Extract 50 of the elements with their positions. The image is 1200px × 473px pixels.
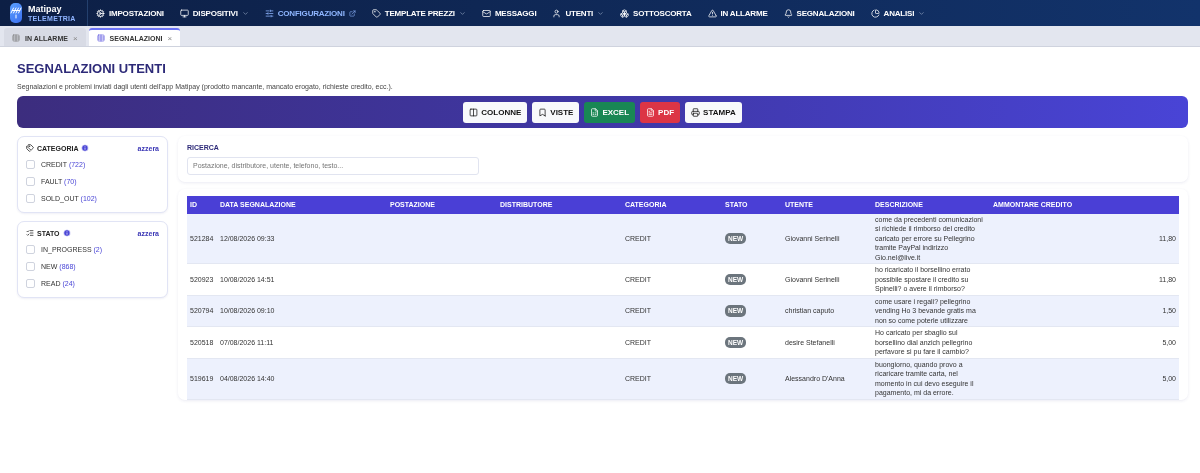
nav-item[interactable]: IN ALLARME xyxy=(699,8,776,18)
bell-icon xyxy=(783,8,793,18)
tags-icon xyxy=(26,144,34,152)
nav-item[interactable]: MESSAGGI xyxy=(473,8,545,18)
close-icon[interactable]: × xyxy=(167,33,173,43)
checkbox[interactable] xyxy=(26,160,35,169)
caret-icon xyxy=(458,9,466,17)
printer-icon xyxy=(691,107,701,117)
info-icon xyxy=(81,144,90,152)
nav-item[interactable]: DISPOSITIVI xyxy=(171,8,257,18)
toolbar-button[interactable]: COLONNE xyxy=(463,101,528,123)
checkbox[interactable] xyxy=(26,279,35,288)
sliders-icon xyxy=(264,8,274,18)
caret-icon xyxy=(241,9,249,17)
nav-item[interactable]: SOTTOSCORTA xyxy=(612,8,700,18)
user-icon xyxy=(552,8,562,18)
warning-icon xyxy=(707,8,717,18)
nav-item[interactable]: SEGNALAZIONI xyxy=(775,8,863,18)
table-icon xyxy=(96,34,105,42)
tag-icon xyxy=(371,8,381,18)
boxes-icon xyxy=(620,8,630,18)
toolbar-button[interactable]: PDF xyxy=(640,101,681,123)
checkbox[interactable] xyxy=(26,262,35,271)
brand-name: Matipay xyxy=(28,4,63,14)
info-icon xyxy=(62,229,71,237)
nav-item[interactable]: TEMPLATE PREZZI xyxy=(363,8,474,18)
toolbar-button[interactable]: EXCEL xyxy=(584,101,636,123)
external-link-icon xyxy=(348,9,356,17)
caret-icon xyxy=(918,9,926,17)
bookmark-icon xyxy=(538,107,548,117)
page-title: SEGNALAZIONI UTENTI xyxy=(17,61,167,76)
gears-icon xyxy=(96,8,105,18)
spreadsheet-icon xyxy=(590,107,600,117)
monitor-icon xyxy=(179,8,189,18)
nav-item[interactable]: IMPOSTAZIONI xyxy=(88,8,172,18)
columns-icon xyxy=(469,107,479,117)
table-icon xyxy=(12,34,20,42)
nav-item[interactable]: ANALISI xyxy=(862,8,934,18)
checkbox[interactable] xyxy=(26,194,35,203)
toolbar-button[interactable]: VISTE xyxy=(532,101,580,123)
checkbox[interactable] xyxy=(26,245,35,254)
document-icon xyxy=(646,107,656,117)
checkbox[interactable] xyxy=(26,177,35,186)
toolbar-button[interactable]: STAMPA xyxy=(685,101,742,123)
nav-item[interactable]: UTENTI xyxy=(544,8,613,18)
envelope-icon xyxy=(481,8,491,18)
list-icon xyxy=(26,229,34,237)
nav-item[interactable]: CONFIGURAZIONI xyxy=(256,8,364,18)
caret-icon xyxy=(597,9,605,17)
pie-chart-icon xyxy=(870,8,880,18)
